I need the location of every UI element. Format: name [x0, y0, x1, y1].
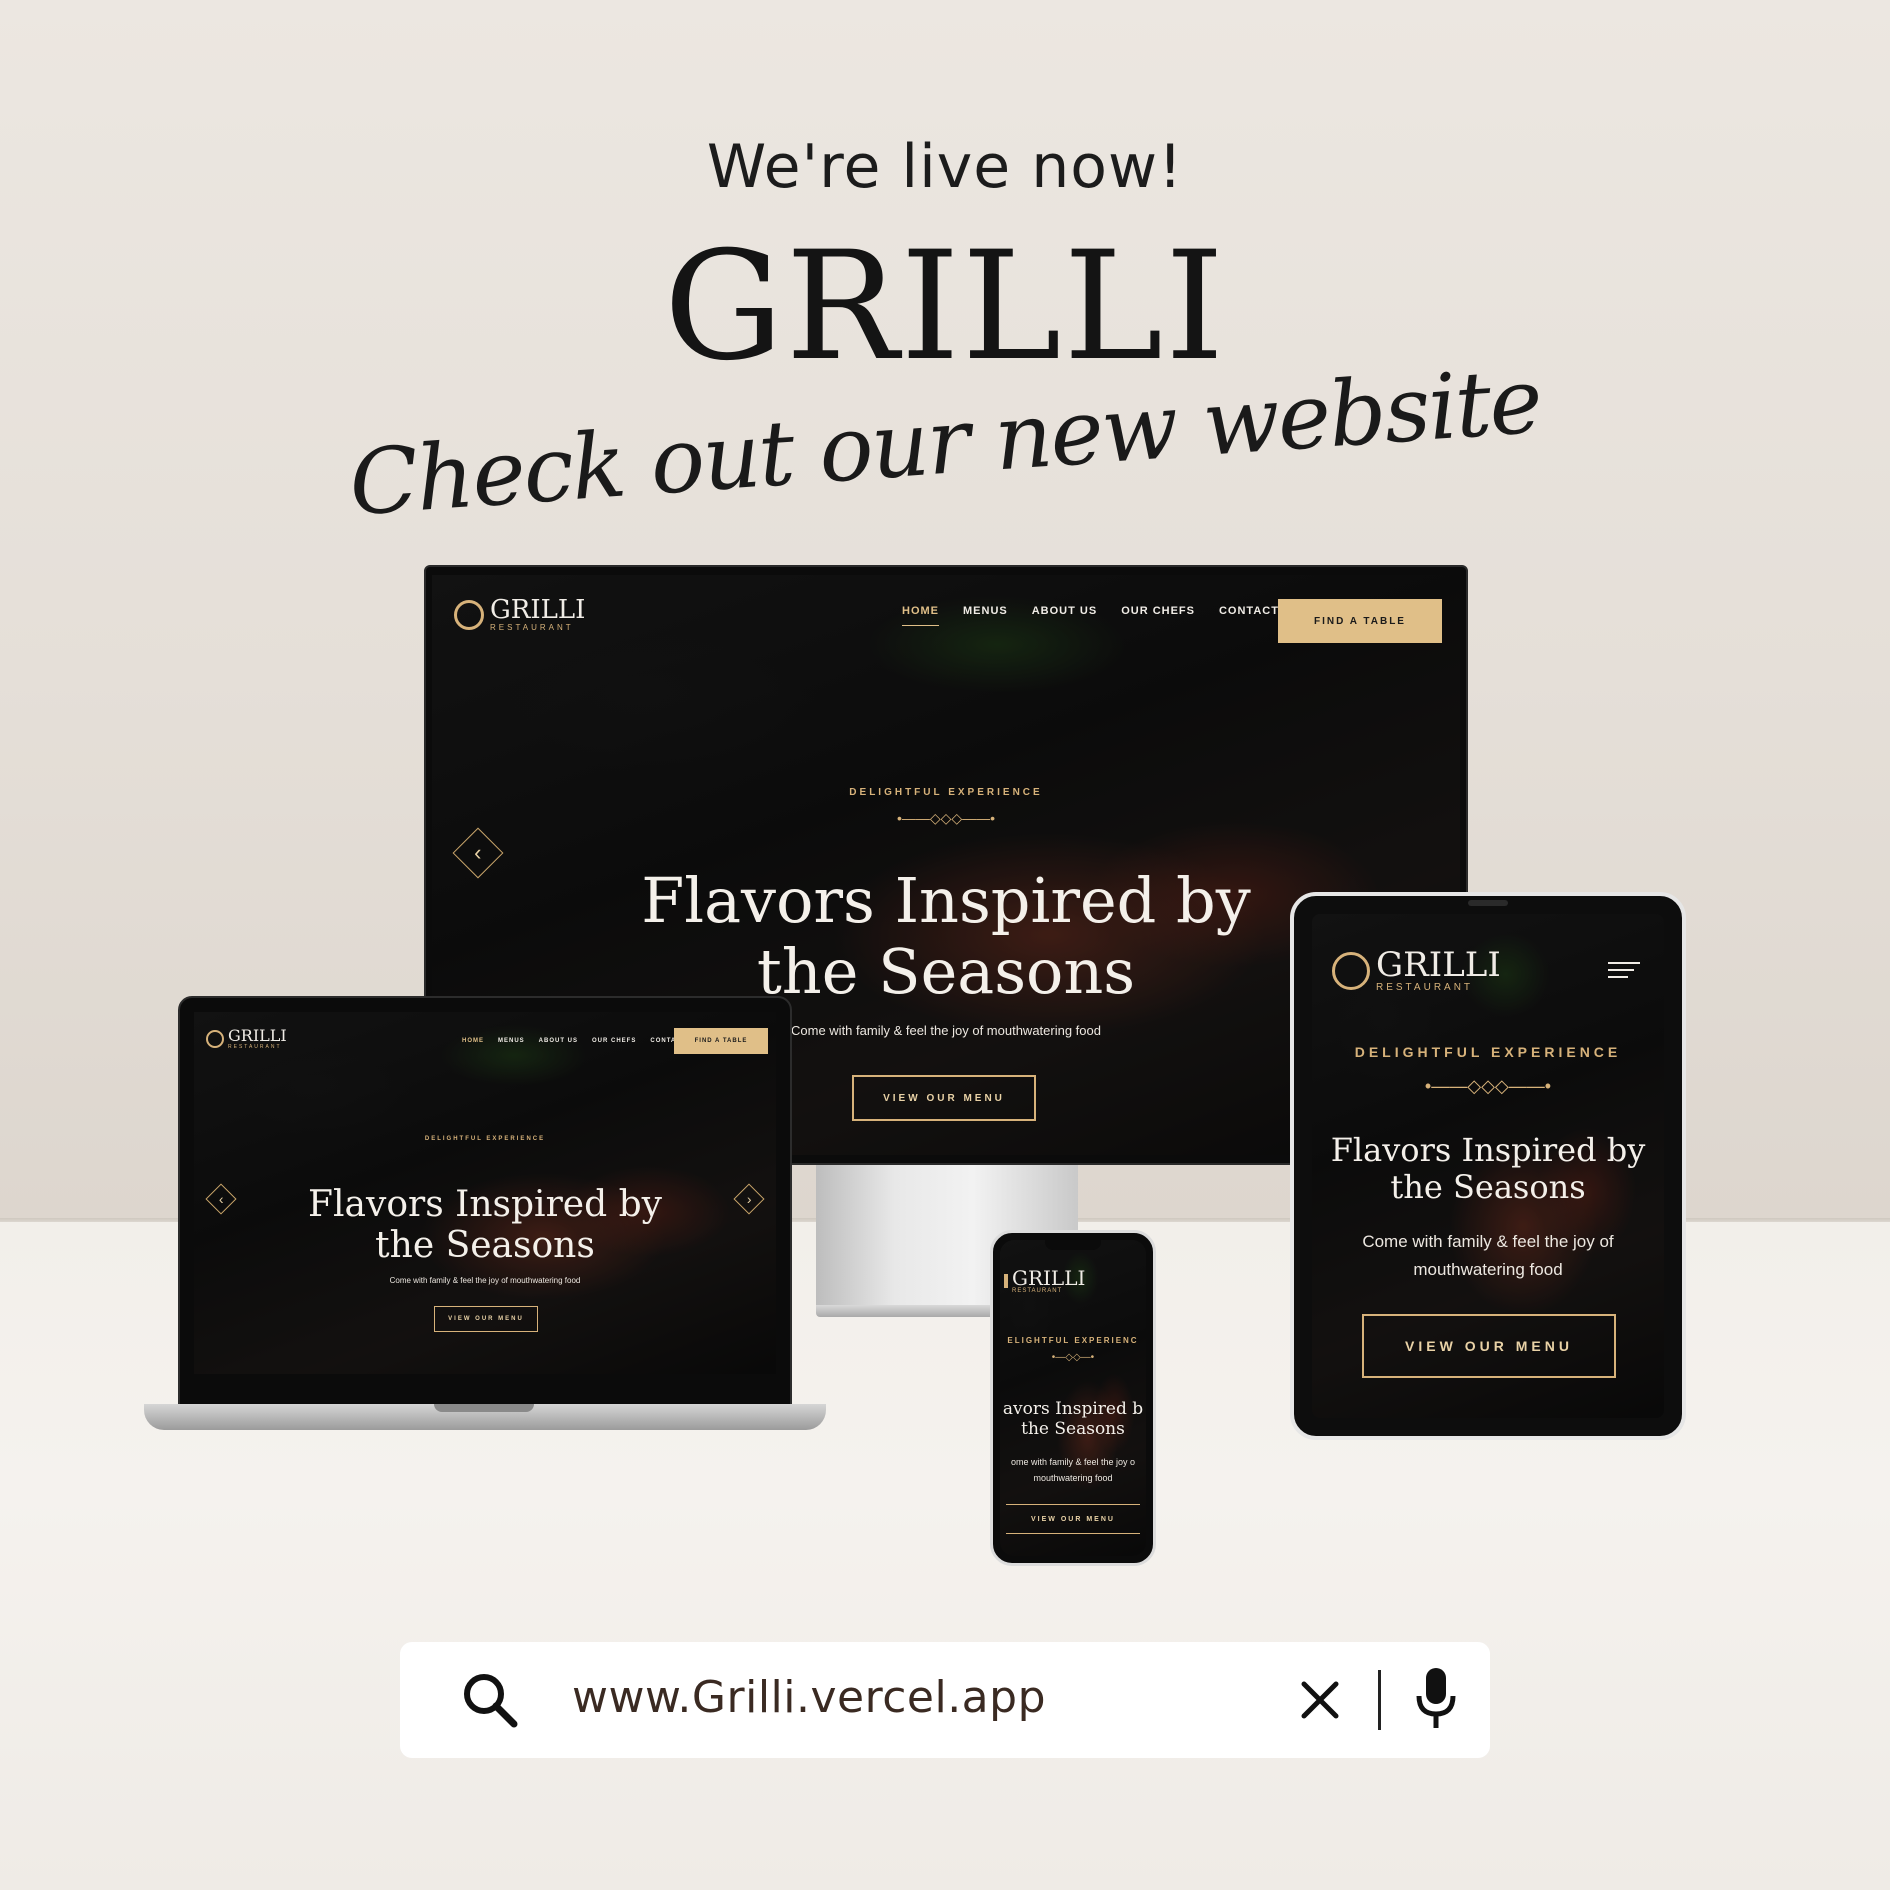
logo-icon	[1332, 951, 1370, 990]
search-icon[interactable]	[460, 1670, 520, 1730]
hero-title-line2: the Seasons	[1390, 1167, 1586, 1206]
url-input[interactable]: www.Grilli.vercel.app	[572, 1672, 1046, 1723]
logo-subtext: RESTAURANT	[228, 1044, 282, 1050]
hero-text-line2: mouthwatering food	[1033, 1473, 1113, 1483]
nav-chefs[interactable]: OUR CHEFS	[1121, 605, 1195, 626]
hero-eyebrow: DELIGHTFUL EXPERIENCE	[1354, 1044, 1622, 1060]
tablet: GRILLI RESTAURANT DELIGHTFUL EXPERIENCE …	[1290, 892, 1686, 1440]
hero-ornament: •——◇◇◇——•	[896, 810, 996, 826]
hero-ornament: •—◇◇—•	[1051, 1352, 1095, 1363]
view-menu-button[interactable]: VIEW OUR MENU	[1006, 1504, 1140, 1534]
nav-about[interactable]: ABOUT US	[539, 1038, 578, 1044]
laptop: GRILLI RESTAURANT HOME MENUS ABOUT US OU…	[144, 996, 826, 1436]
find-table-button[interactable]: FIND A TABLE	[674, 1028, 768, 1054]
main-nav: HOME MENUS ABOUT US OUR CHEFS CONTACT	[902, 605, 1279, 626]
site-logo[interactable]: GRILLI RESTAURANT	[206, 1028, 287, 1050]
nav-home[interactable]: HOME	[902, 605, 939, 626]
logo-wordmark: GRILLI	[490, 595, 586, 625]
phone: GRILLI RESTAURANT ELIGHTFUL EXPERIENC •—…	[990, 1230, 1156, 1566]
logo-wordmark: GRILLI	[1376, 945, 1501, 985]
hero-eyebrow: DELIGHTFUL EXPERIENCE	[424, 1136, 546, 1142]
main-nav: HOME MENUS ABOUT US OUR CHEFS CONTACT	[462, 1038, 686, 1044]
logo-icon	[1004, 1274, 1008, 1288]
hero-text-line1: Come with family & feel the joy of	[1362, 1232, 1614, 1251]
hero-title-line2: the Seasons	[1021, 1418, 1125, 1439]
laptop-notch	[434, 1404, 534, 1412]
nav-contact[interactable]: CONTACT	[1219, 605, 1279, 626]
tablet-camera	[1468, 900, 1508, 906]
hero-text: Come with family & feel the joy of mouth…	[1332, 1228, 1644, 1284]
hero-text: ome with family & feel the joy o mouthwa…	[1000, 1454, 1146, 1486]
hero-title-line2: the Seasons	[375, 1225, 595, 1267]
laptop-screen: GRILLI RESTAURANT HOME MENUS ABOUT US OU…	[194, 1012, 776, 1374]
headline: We're live now!	[706, 132, 1184, 202]
logo-subtext: RESTAURANT	[490, 623, 574, 632]
divider	[1378, 1670, 1381, 1730]
find-table-button[interactable]: FIND A TABLE	[1278, 599, 1442, 643]
nav-home[interactable]: HOME	[462, 1038, 484, 1044]
hero-title-line1: Flavors Inspired by	[1330, 1131, 1646, 1169]
chevron-left-icon: ‹	[474, 839, 482, 865]
logo-wordmark: GRILLI	[1012, 1266, 1086, 1290]
site-logo[interactable]: GRILLI RESTAURANT	[1004, 1268, 1085, 1294]
hero-eyebrow: DELIGHTFUL EXPERIENCE	[849, 787, 1043, 798]
url-search-bar[interactable]: www.Grilli.vercel.app	[400, 1642, 1490, 1758]
hero-eyebrow: ELIGHTFUL EXPERIENC	[1007, 1336, 1139, 1345]
hero-ornament: •——◇◇◇——•	[1424, 1076, 1552, 1096]
site-logo[interactable]: GRILLI RESTAURANT	[1332, 948, 1501, 993]
hero-title: Flavors Inspired by the Seasons	[1312, 1132, 1664, 1206]
hero-title-line1: Flavors Inspired by	[308, 1184, 662, 1225]
site-logo[interactable]: GRILLI RESTAURANT	[454, 597, 585, 632]
hamburger-menu-icon[interactable]	[1608, 962, 1640, 980]
logo-icon	[454, 599, 484, 630]
logo-icon	[206, 1030, 224, 1048]
hero-text-line2: mouthwatering food	[1413, 1260, 1563, 1279]
nav-about[interactable]: ABOUT US	[1032, 605, 1097, 626]
hero-text-line1: ome with family & feel the joy o	[1010, 1457, 1136, 1467]
phone-screen: GRILLI RESTAURANT ELIGHTFUL EXPERIENC •—…	[1000, 1240, 1146, 1556]
close-icon[interactable]	[1298, 1678, 1342, 1722]
tablet-screen: GRILLI RESTAURANT DELIGHTFUL EXPERIENCE …	[1312, 914, 1664, 1418]
view-menu-button[interactable]: VIEW OUR MENU	[1362, 1314, 1616, 1378]
view-menu-button[interactable]: VIEW OUR MENU	[852, 1075, 1036, 1121]
phone-notch	[1045, 1240, 1101, 1250]
mic-icon[interactable]	[1414, 1666, 1458, 1732]
nav-menus[interactable]: MENUS	[498, 1038, 525, 1044]
hero-text: Come with family & feel the joy of mouth…	[389, 1276, 581, 1285]
hero-title-line1: avors Inspired b	[1002, 1400, 1144, 1419]
nav-chefs[interactable]: OUR CHEFS	[592, 1038, 636, 1044]
view-menu-button[interactable]: VIEW OUR MENU	[434, 1306, 538, 1332]
logo-wordmark: GRILLI	[228, 1026, 287, 1045]
hero-title: Flavors Inspired by the Seasons	[194, 1184, 776, 1267]
nav-menus[interactable]: MENUS	[963, 605, 1008, 626]
hero-title: avors Inspired b the Seasons	[1000, 1400, 1146, 1439]
